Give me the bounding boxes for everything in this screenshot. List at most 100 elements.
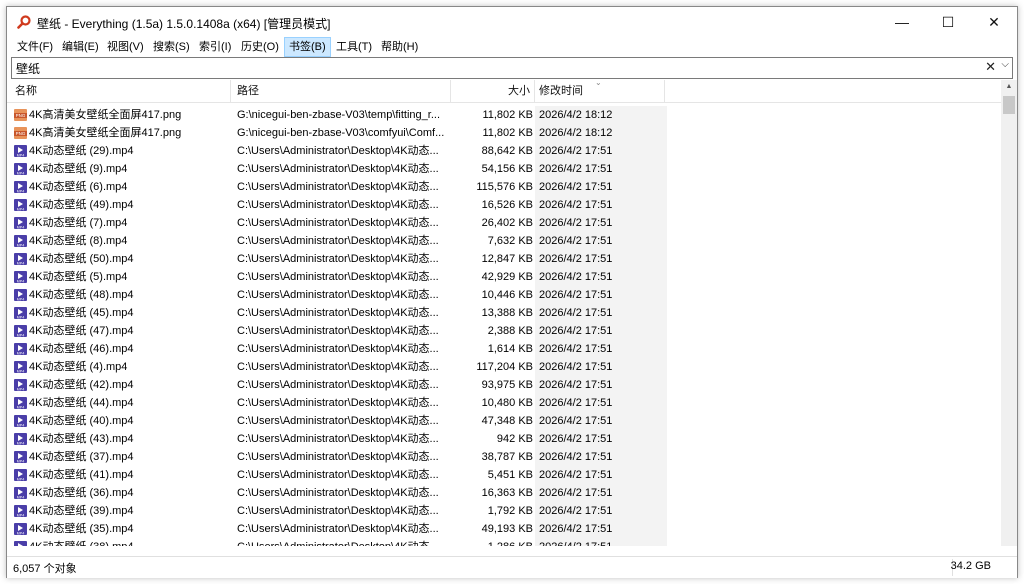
video-file-icon: MP4 (14, 415, 27, 428)
file-date: 2026/4/2 17:51 (535, 214, 667, 232)
svg-text:MP4: MP4 (17, 496, 24, 500)
table-row[interactable]: MP4 4K动态壁纸 (5).mp4 C:\Users\Administrator\… (7, 268, 1001, 286)
close-button[interactable]: ✕ (971, 7, 1017, 37)
chevron-down-icon[interactable]: ⌵ (1001, 59, 1009, 70)
table-row[interactable]: MP4 4K动态壁纸 (45).mp4 C:\Users\Administrator… (7, 304, 1001, 322)
file-path: C:\Users\Administrator\Desktop\4K动态... (237, 289, 439, 301)
table-row[interactable]: MP4 4K动态壁纸 (8).mp4 C:\Users\Administrator\… (7, 232, 1001, 250)
video-file-icon: MP4 (14, 289, 27, 302)
file-path: C:\Users\Administrator\Desktop\4K动态... (237, 538, 449, 546)
menu-bookmarks[interactable]: 书签(B) (284, 37, 331, 57)
file-date: 2026/4/2 18:12 (535, 106, 667, 124)
table-row[interactable]: MP44K动态壁纸 (38).mp4 C:\Users\Administrator… (7, 538, 1001, 546)
file-date: 2026/4/2 18:12 (535, 124, 667, 142)
table-row[interactable]: MP4 4K动态壁纸 (46).mp4 C:\Users\Administrator… (7, 340, 1001, 358)
table-row[interactable]: MP4 4K动态壁纸 (9).mp4 C:\Users\Administrator\… (7, 160, 1001, 178)
column-name-header[interactable]: 名称 (7, 80, 231, 102)
menu-file[interactable]: 文件(F) (13, 38, 57, 56)
file-name: 4K动态壁纸 (35).mp4 (29, 523, 134, 535)
svg-text:MP4: MP4 (17, 316, 24, 320)
file-name: 4K动态壁纸 (38).mp4 (29, 538, 229, 546)
video-file-icon: MP4 (14, 541, 27, 546)
table-row[interactable]: MP4 4K动态壁纸 (6).mp4 C:\Users\Administrator\… (7, 178, 1001, 196)
table-row[interactable]: MP4 4K动态壁纸 (41).mp4 C:\Users\Administrator… (7, 466, 1001, 484)
file-size: 54,156 KB (481, 163, 533, 175)
search-input[interactable] (14, 58, 978, 78)
file-path: C:\Users\Administrator\Desktop\4K动态... (237, 325, 439, 337)
file-size: 11,802 KB (482, 109, 533, 121)
file-size: 93,975 KB (481, 379, 533, 391)
video-file-icon: MP4 (14, 217, 27, 230)
table-row[interactable]: MP4 4K动态壁纸 (42).mp4 C:\Users\Administrator… (7, 376, 1001, 394)
svg-text:MP4: MP4 (17, 226, 24, 230)
table-row[interactable]: MP4 4K动态壁纸 (37).mp4 C:\Users\Administrator… (7, 448, 1001, 466)
table-row[interactable]: MP4 4K动态壁纸 (50).mp4 C:\Users\Administrator… (7, 250, 1001, 268)
menu-tools[interactable]: 工具(T) (332, 38, 376, 56)
svg-text:MP4: MP4 (17, 388, 24, 392)
file-path: G:\nicegui-ben-zbase-V03\comfyui\Comf... (237, 127, 445, 139)
minimize-button[interactable]: — (879, 7, 925, 37)
table-row[interactable]: MP4 4K动态壁纸 (36).mp4 C:\Users\Administrator… (7, 484, 1001, 502)
file-name: 4K动态壁纸 (50).mp4 (29, 253, 134, 265)
maximize-button[interactable]: ☐ (925, 7, 971, 37)
clear-icon[interactable]: ✕ (985, 59, 996, 75)
file-name: 4K动态壁纸 (39).mp4 (29, 505, 134, 517)
table-row[interactable]: PNG 4K高清美女壁纸全面屏417.png G:\nicegui-ben-zbas… (7, 106, 1001, 124)
video-file-icon: MP4 (14, 181, 27, 194)
file-name: 4K动态壁纸 (8).mp4 (29, 235, 128, 247)
column-path-header[interactable]: 路径 (231, 80, 451, 102)
file-size: 1,286 KB (453, 538, 533, 546)
file-date: 2026/4/2 17:51 (535, 268, 667, 286)
file-date: 2026/4/2 17:51 (535, 376, 667, 394)
file-name: 4K动态壁纸 (6).mp4 (29, 181, 128, 193)
total-size: 34.2 GB (950, 560, 991, 572)
file-size: 2,388 KB (487, 325, 533, 337)
file-path: G:\nicegui-ben-zbase-V03\temp\fitting_r.… (237, 109, 440, 121)
file-path: C:\Users\Administrator\Desktop\4K动态... (237, 181, 439, 193)
menu-index[interactable]: 索引(I) (195, 38, 235, 56)
file-path: C:\Users\Administrator\Desktop\4K动态... (237, 361, 439, 373)
menu-view[interactable]: 视图(V) (103, 38, 148, 56)
table-row[interactable]: MP4 4K动态壁纸 (35).mp4 C:\Users\Administrator… (7, 520, 1001, 538)
title-bar[interactable]: 壁纸 - Everything (1.5a) 1.5.0.1408a (x64)… (7, 7, 1017, 37)
menu-history[interactable]: 历史(O) (237, 38, 283, 56)
video-file-icon: MP4 (14, 253, 27, 266)
vertical-scrollbar[interactable]: ▲ (1001, 80, 1017, 546)
column-size-header[interactable]: 大小 (451, 80, 535, 102)
file-path: C:\Users\Administrator\Desktop\4K动态... (237, 505, 439, 517)
scroll-thumb[interactable] (1003, 96, 1015, 114)
table-row[interactable]: MP4 4K动态壁纸 (4).mp4 C:\Users\Administrator\… (7, 358, 1001, 376)
file-size: 16,363 KB (481, 487, 533, 499)
table-row[interactable]: MP4 4K动态壁纸 (29).mp4 C:\Users\Administrator… (7, 142, 1001, 160)
file-name: 4K动态壁纸 (42).mp4 (29, 379, 134, 391)
table-row[interactable]: MP4 4K动态壁纸 (48).mp4 C:\Users\Administrator… (7, 286, 1001, 304)
table-row[interactable]: MP4 4K动态壁纸 (39).mp4 C:\Users\Administrator… (7, 502, 1001, 520)
menu-help[interactable]: 帮助(H) (377, 38, 422, 56)
table-row[interactable]: MP4 4K动态壁纸 (7).mp4 C:\Users\Administrator\… (7, 214, 1001, 232)
table-row[interactable]: MP4 4K动态壁纸 (43).mp4 C:\Users\Administrator… (7, 430, 1001, 448)
table-row[interactable]: MP4 4K动态壁纸 (47).mp4 C:\Users\Administrator… (7, 322, 1001, 340)
menu-search[interactable]: 搜索(S) (149, 38, 194, 56)
scroll-up-icon[interactable]: ▲ (1001, 80, 1017, 94)
table-row[interactable]: MP4 4K动态壁纸 (49).mp4 C:\Users\Administrator… (7, 196, 1001, 214)
svg-text:MP4: MP4 (17, 478, 24, 482)
file-date: 2026/4/2 17:51 (535, 196, 667, 214)
menu-edit[interactable]: 编辑(E) (58, 38, 103, 56)
file-path: C:\Users\Administrator\Desktop\4K动态... (237, 271, 439, 283)
file-date: 2026/4/2 17:51 (535, 178, 667, 196)
video-file-icon: MP4 (14, 145, 27, 158)
table-row[interactable]: PNG 4K高清美女壁纸全面屏417.png G:\nicegui-ben-zbas… (7, 124, 1001, 142)
file-name: 4K动态壁纸 (5).mp4 (29, 271, 128, 283)
table-row[interactable]: MP4 4K动态壁纸 (44).mp4 C:\Users\Administrator… (7, 394, 1001, 412)
table-row[interactable]: MP4 4K动态壁纸 (40).mp4 C:\Users\Administrator… (7, 412, 1001, 430)
video-file-icon: MP4 (14, 379, 27, 392)
file-date: 2026/4/2 17:51 (535, 232, 667, 250)
file-date: 2026/4/2 17:51 (535, 394, 667, 412)
svg-text:MP4: MP4 (17, 190, 24, 194)
file-path: C:\Users\Administrator\Desktop\4K动态... (237, 307, 439, 319)
file-date: 2026/4/2 17:51 (535, 412, 667, 430)
png-file-icon: PNG (14, 127, 27, 139)
video-file-icon: MP4 (14, 433, 27, 446)
file-name: 4K高清美女壁纸全面屏417.png (29, 109, 182, 121)
file-date: 2026/4/2 17:51 (535, 520, 667, 538)
